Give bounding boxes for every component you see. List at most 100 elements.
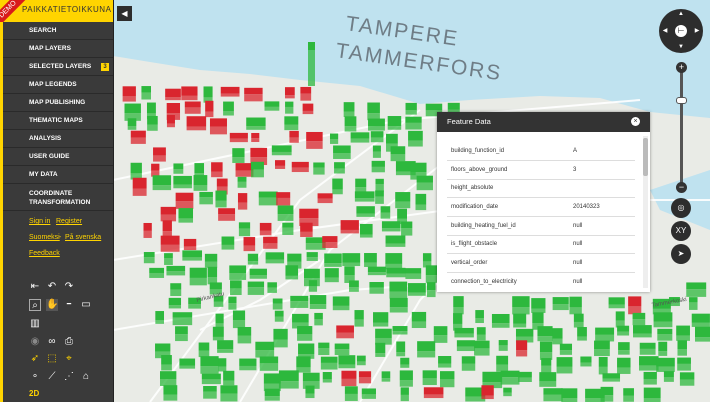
building-block[interactable] [322, 236, 338, 248]
zoom-slider-handle[interactable] [676, 97, 687, 104]
menu-item-map-publishing[interactable]: MAP PUBLISHING [3, 94, 113, 112]
building-block[interactable] [141, 86, 152, 100]
building-block[interactable] [407, 283, 426, 296]
pan-left-icon[interactable]: ◀ [661, 27, 669, 34]
building-block[interactable] [243, 237, 256, 252]
building-block[interactable] [317, 193, 333, 204]
building-block[interactable] [356, 206, 375, 217]
building-block[interactable] [332, 178, 343, 195]
building-block[interactable] [438, 356, 452, 368]
building-block[interactable] [343, 102, 355, 118]
building-block[interactable] [130, 162, 142, 180]
building-block[interactable] [333, 145, 351, 159]
menu-item-user-guide[interactable]: USER GUIDE [3, 148, 113, 166]
building-block[interactable] [163, 385, 178, 401]
building-block[interactable] [322, 372, 332, 383]
building-block[interactable] [643, 387, 661, 402]
draw-polygon-icon[interactable]: ⋰ [63, 371, 75, 383]
building-block[interactable] [628, 296, 642, 315]
building-block[interactable] [392, 326, 408, 335]
building-block[interactable] [274, 310, 284, 322]
building-block[interactable] [221, 236, 235, 250]
previous-view-icon[interactable]: ⇤ [29, 281, 41, 293]
menu-item-my-data[interactable]: MY DATA [3, 166, 113, 184]
select-area-icon[interactable]: ⬚ [46, 353, 58, 365]
building-block[interactable] [178, 208, 194, 223]
building-block[interactable] [663, 371, 674, 382]
building-block[interactable] [289, 130, 299, 143]
building-block[interactable] [166, 115, 175, 128]
building-block[interactable] [130, 130, 146, 144]
building-block[interactable] [272, 298, 283, 310]
building-block[interactable] [456, 340, 475, 352]
building-block[interactable] [632, 312, 646, 326]
building-block[interactable] [255, 341, 275, 358]
building-block[interactable] [324, 268, 339, 283]
building-block[interactable] [155, 311, 165, 324]
building-block[interactable] [602, 373, 621, 382]
building-block[interactable] [595, 327, 615, 342]
building-block[interactable] [615, 311, 625, 328]
building-block[interactable] [297, 326, 313, 341]
building-block[interactable] [375, 178, 384, 192]
building-block[interactable] [516, 340, 528, 357]
building-block[interactable] [415, 193, 427, 211]
building-block[interactable] [426, 282, 436, 298]
building-block[interactable] [358, 371, 372, 384]
building-block[interactable] [657, 328, 673, 341]
building-block[interactable] [512, 296, 530, 315]
building-block[interactable] [300, 86, 312, 101]
building-block[interactable] [334, 343, 350, 356]
building-block[interactable] [344, 116, 357, 132]
building-block[interactable] [677, 340, 687, 356]
mode-2d-toggle[interactable]: 2D [29, 389, 39, 398]
building-block[interactable] [251, 161, 264, 178]
building-block[interactable] [423, 387, 444, 399]
building-block[interactable] [405, 116, 422, 130]
building-block[interactable] [364, 253, 377, 267]
house-icon[interactable]: ⌂ [80, 371, 92, 383]
building-block[interactable] [228, 296, 237, 310]
building-block[interactable] [249, 268, 267, 279]
building-block[interactable] [481, 385, 494, 400]
building-block[interactable] [496, 355, 509, 372]
building-block[interactable] [381, 371, 391, 382]
building-block[interactable] [385, 253, 403, 270]
building-block[interactable] [183, 238, 197, 251]
building-block[interactable] [271, 145, 292, 156]
building-block[interactable] [324, 253, 342, 267]
building-block[interactable] [341, 370, 357, 387]
building-block[interactable] [223, 101, 234, 116]
building-block[interactable] [218, 208, 236, 221]
building-block[interactable] [422, 253, 432, 268]
building-block[interactable] [204, 253, 218, 268]
zoom-out-icon[interactable]: − [676, 182, 687, 193]
building-block[interactable] [503, 387, 512, 397]
building-block[interactable] [577, 327, 587, 341]
building-block[interactable] [359, 223, 373, 238]
building-block[interactable] [395, 192, 411, 209]
building-block[interactable] [380, 206, 391, 219]
popup-scrollbar[interactable] [643, 136, 648, 288]
building-block[interactable] [237, 326, 252, 344]
building-block[interactable] [643, 371, 657, 385]
my-location-icon[interactable]: ◎ [671, 198, 691, 218]
building-block[interactable] [179, 358, 196, 369]
close-icon[interactable]: × [631, 117, 640, 126]
building-block[interactable] [387, 116, 402, 130]
building-block[interactable] [244, 87, 263, 102]
building-block[interactable] [334, 162, 345, 174]
measure-area-icon[interactable]: ▭ [80, 299, 92, 311]
building-block[interactable] [381, 221, 401, 232]
building-block[interactable] [405, 102, 417, 115]
building-block[interactable] [598, 356, 608, 375]
building-block[interactable] [390, 146, 406, 162]
building-block[interactable] [160, 206, 177, 222]
menu-item-coordinate-transformation[interactable]: COORDINATE TRANSFORMATION [3, 184, 113, 211]
building-block[interactable] [617, 325, 630, 336]
building-block[interactable] [691, 313, 710, 327]
building-block[interactable] [639, 356, 659, 371]
building-block[interactable] [143, 252, 155, 264]
draw-line-icon[interactable]: ⟋ [46, 371, 58, 383]
building-block[interactable] [633, 325, 652, 338]
